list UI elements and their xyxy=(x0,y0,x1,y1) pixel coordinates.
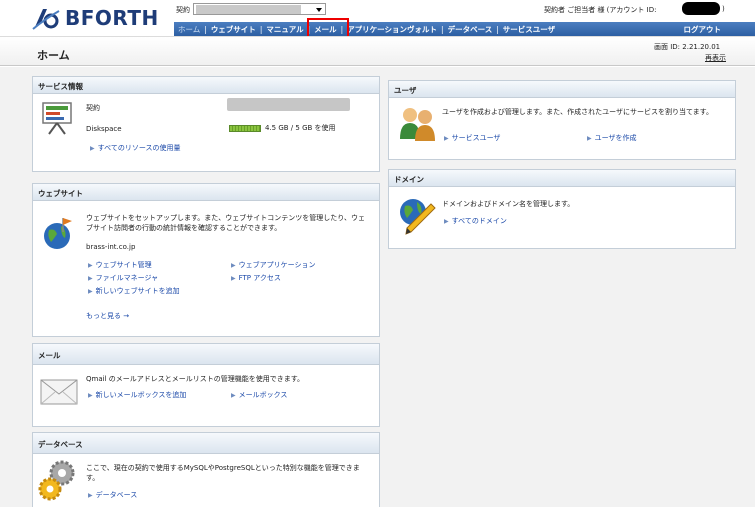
brand-name: BFORTH xyxy=(65,6,159,30)
domain-heading: ドメイン xyxy=(389,170,735,187)
link-ftp-access[interactable]: ▶ FTP アクセス xyxy=(231,273,281,283)
users-heading: ユーザ xyxy=(389,81,735,98)
presentation-board-icon xyxy=(41,101,73,137)
link-all-resource-usage[interactable]: ▶ すべてのリソースの使用量 xyxy=(90,143,181,153)
nav-database[interactable]: データベース xyxy=(444,24,497,35)
diskspace-label: Diskspace xyxy=(86,125,122,133)
account-id-redacted xyxy=(682,2,720,15)
users-icon xyxy=(398,105,438,143)
globe-flag-icon xyxy=(41,216,75,252)
globe-pencil-icon xyxy=(397,194,437,240)
page-title-bar: ホーム 画面 ID: 2.21.20.01 再表示 xyxy=(0,36,755,66)
contract-row-label: 契約 xyxy=(86,104,100,112)
disk-usage-bar xyxy=(229,125,261,132)
mail-heading: メール xyxy=(33,344,379,365)
website-panel: ウェブサイト ウェブサイトをセットアップします。また、ウェブサイトコンテンツを管… xyxy=(32,183,380,337)
link-add-mailbox[interactable]: ▶ 新しいメールボックスを追加 xyxy=(88,390,186,400)
screen-id: 画面 ID: 2.21.20.01 xyxy=(654,43,721,51)
disk-usage-text: 4.5 GB / 5 GB を使用 xyxy=(265,124,336,132)
link-website-management[interactable]: ▶ ウェブサイト管理 xyxy=(88,260,152,270)
link-web-applications[interactable]: ▶ ウェブアプリケーション xyxy=(231,260,316,270)
website-heading: ウェブサイト xyxy=(33,184,379,201)
main-nav: ホーム | ウェブサイト | マニュアル | メール | アプリケーションヴォル… xyxy=(174,18,755,40)
link-file-manager[interactable]: ▶ ファイルマネージャ xyxy=(88,273,158,283)
contract-name-redacted xyxy=(227,98,350,111)
logo-mark-icon xyxy=(31,5,61,31)
website-description: ウェブサイトをセットアップします。また、ウェブサイトコンテンツを管理したり、ウェ… xyxy=(86,214,366,232)
link-mailbox[interactable]: ▶ メールボックス xyxy=(231,390,287,400)
account-info-close: ) xyxy=(722,5,725,13)
mail-description: Qmail のメールアドレスとメールリストの管理機能を使用できます。 xyxy=(86,375,305,383)
website-domain: brass-int.co.jp xyxy=(86,243,136,251)
gears-icon xyxy=(38,459,78,505)
link-add-website[interactable]: ▶ 新しいウェブサイトを追加 xyxy=(88,286,180,296)
users-description: ユーザを作成および管理します。また、作成されたユーザにサービスを割り当てます。 xyxy=(442,108,713,116)
account-info: 契約者 ご担当者 様 (アカウント ID: xyxy=(544,6,657,14)
link-all-domains[interactable]: ▶ すべてのドメイン xyxy=(444,216,507,226)
contract-label: 契約 xyxy=(176,6,190,14)
nav-manual[interactable]: マニュアル xyxy=(262,24,307,35)
contract-select[interactable] xyxy=(193,3,326,15)
link-create-user[interactable]: ▶ ユーザを作成 xyxy=(587,133,637,143)
header: BFORTH 契約 契約者 ご担当者 様 (アカウント ID: ) ホーム | … xyxy=(0,0,755,40)
nav-website[interactable]: ウェブサイト xyxy=(207,24,260,35)
chevron-down-icon xyxy=(316,8,322,12)
database-description: ここで、現在の契約で使用するMySQLやPostgreSQLといった特別な機能を… xyxy=(86,464,360,482)
service-info-panel: サービス情報 契約 Diskspace 4.5 GB / 5 GB を使用 ▶ す… xyxy=(32,76,380,172)
link-service-users[interactable]: ▶ サービスユーザ xyxy=(444,133,501,143)
database-heading: データベース xyxy=(33,433,379,454)
users-panel: ユーザ ユーザを作成および管理します。また、作成されたユーザにサービスを割り当て… xyxy=(388,80,736,160)
domain-panel: ドメイン ドメインおよびドメイン名を管理します。 ▶ すべてのドメイン xyxy=(388,169,736,249)
redisplay-link[interactable]: 再表示 xyxy=(705,53,726,63)
bforth-logo[interactable]: BFORTH xyxy=(31,5,159,31)
link-database[interactable]: ▶ データベース xyxy=(88,490,137,500)
nav-app-vault[interactable]: アプリケーションヴォルト xyxy=(343,24,441,35)
service-info-heading: サービス情報 xyxy=(33,77,379,94)
database-panel: データベース ここで、現在の契約で使用するMySQLやPostgreSQLといっ… xyxy=(32,432,380,507)
mail-panel: メール Qmail のメールアドレスとメールリストの管理機能を使用できます。 ▶… xyxy=(32,343,380,427)
envelope-icon xyxy=(39,372,79,408)
link-more[interactable]: もっと見る → xyxy=(86,311,129,321)
contract-value-redacted xyxy=(196,5,301,14)
main-content: サービス情報 契約 Diskspace 4.5 GB / 5 GB を使用 ▶ す… xyxy=(0,67,755,507)
domain-description: ドメインおよびドメイン名を管理します。 xyxy=(442,200,575,208)
page-title: ホーム xyxy=(37,49,70,62)
nav-home[interactable]: ホーム xyxy=(174,24,204,35)
logout-link[interactable]: ログアウト xyxy=(684,24,722,35)
nav-service-user[interactable]: サービスユーザ xyxy=(499,24,559,35)
